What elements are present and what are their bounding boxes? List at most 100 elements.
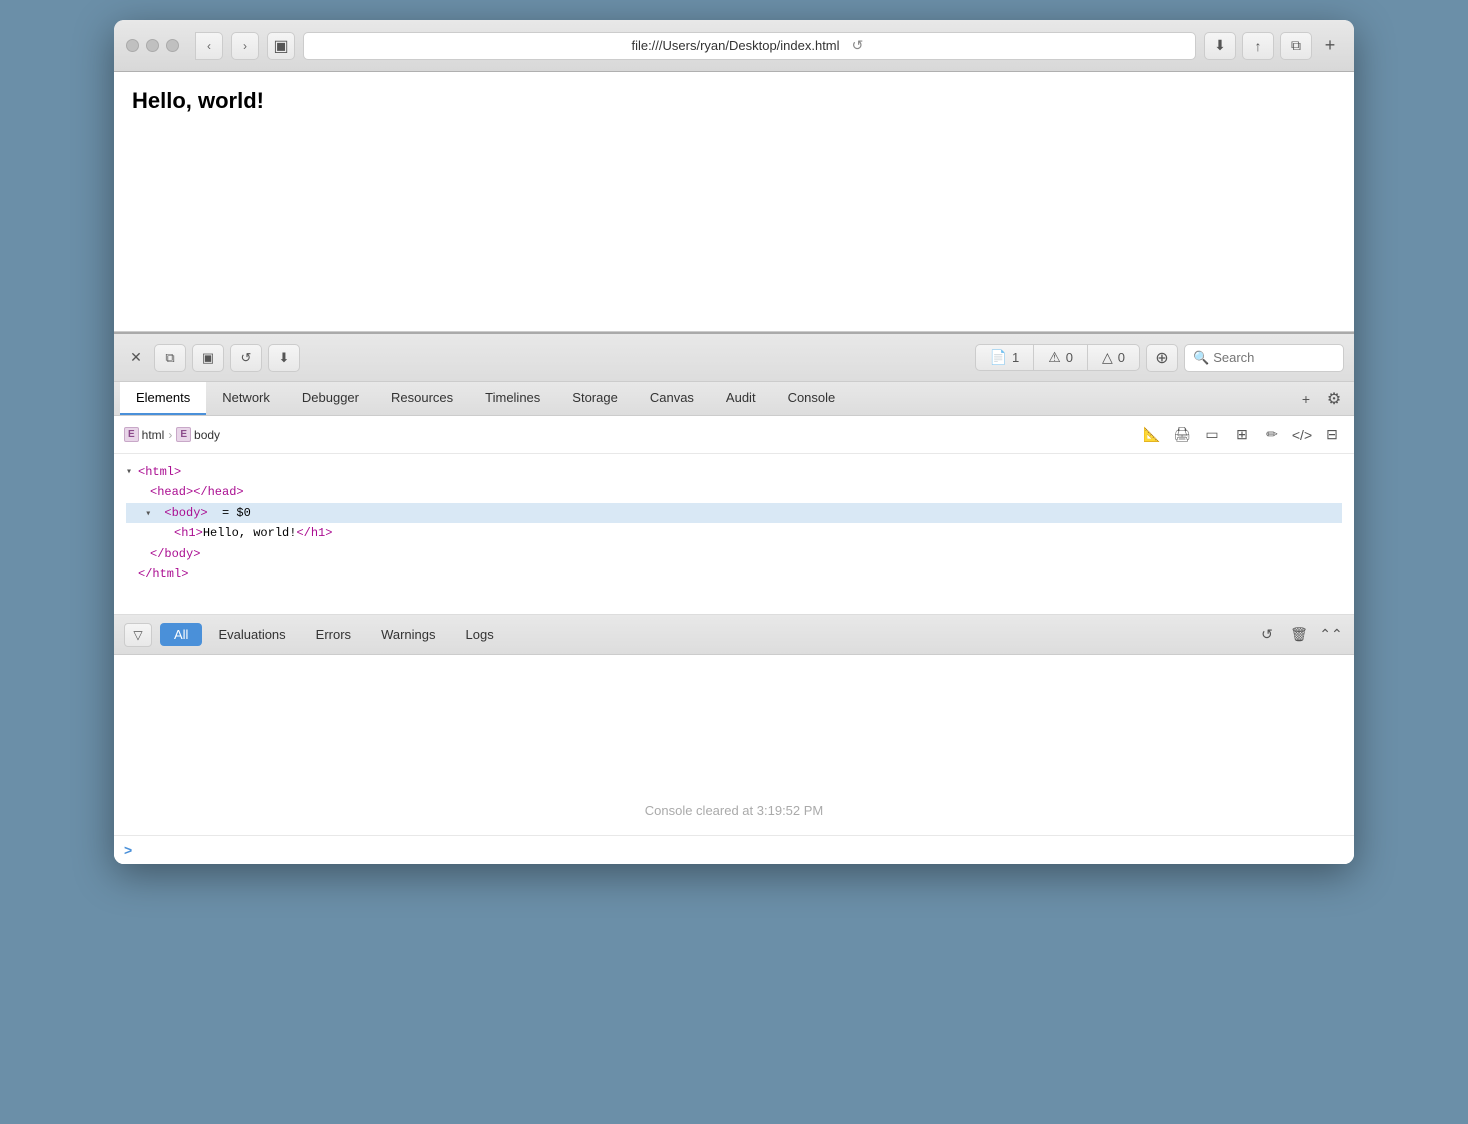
console-right-icons: ↺ 🗑 ⌃⌃ — [1254, 623, 1344, 647]
html-close-tag: </html> — [138, 564, 188, 584]
collapse-html-icon[interactable]: ▾ — [126, 464, 138, 481]
layout-icon: ▣ — [202, 350, 214, 366]
minimize-button[interactable] — [146, 39, 159, 52]
dom-line-html: ▾ <html> — [126, 462, 1342, 482]
close-button[interactable] — [126, 39, 139, 52]
add-tab-button[interactable]: + — [1318, 32, 1342, 60]
warnings-counter: △ 0 — [1088, 345, 1139, 370]
console-input[interactable] — [138, 843, 1344, 858]
dom-line-h1: <h1> Hello, world! </h1> — [126, 523, 1342, 543]
target-icon: ⊕ — [1155, 348, 1168, 368]
pages-count: 1 — [1012, 350, 1019, 365]
h1-close-tag: </h1> — [296, 523, 332, 543]
devtools-panel: ✕ ⧉ ▣ ↺ ⬇ 📄 1 ⚠ 0 — [114, 332, 1354, 864]
reload-icon: ↺ — [241, 350, 252, 366]
devtools-tabs: Elements Network Debugger Resources Time… — [114, 382, 1354, 416]
maximize-button[interactable] — [166, 39, 179, 52]
console-clear-icon-btn[interactable]: 🗑 — [1286, 623, 1312, 647]
back-button[interactable]: ‹ — [195, 32, 223, 60]
toggle-panel-icon-btn[interactable]: ▭ — [1200, 423, 1224, 447]
devtools-dock-button[interactable]: ⧉ — [154, 344, 186, 372]
pen-icon: ✏ — [1266, 426, 1278, 443]
tab-elements[interactable]: Elements — [120, 382, 206, 415]
devtools-close-button[interactable]: ✕ — [124, 346, 148, 370]
add-panel-button[interactable]: + — [1292, 385, 1320, 413]
devtools-download-button[interactable]: ⬇ — [268, 344, 300, 372]
devtools-reload-button[interactable]: ↺ — [230, 344, 262, 372]
console-prompt: > — [124, 842, 132, 858]
refresh-button[interactable]: ↺ — [848, 36, 868, 56]
devtools-layout-button[interactable]: ▣ — [192, 344, 224, 372]
gear-icon: ⚙ — [1327, 389, 1341, 409]
download-icon: ⬇ — [279, 350, 290, 366]
console-reload-icon-btn[interactable]: ↺ — [1254, 623, 1280, 647]
filter-tab-all[interactable]: All — [160, 623, 202, 646]
devtools-counters: 📄 1 ⚠ 0 △ 0 — [975, 344, 1140, 371]
add-panel-icon: + — [1302, 391, 1310, 407]
dom-line-html-close: </html> — [126, 564, 1342, 584]
tab-audit[interactable]: Audit — [710, 382, 772, 415]
search-icon: 🔍 — [1193, 350, 1209, 366]
search-input[interactable] — [1213, 350, 1333, 365]
tab-timelines[interactable]: Timelines — [469, 382, 556, 415]
ruler-icon-btn[interactable]: 📐 — [1140, 423, 1164, 447]
download-icon: ⬇ — [1214, 37, 1226, 54]
clear-icon: 🗑 — [1290, 626, 1308, 643]
console-filter-bar: ▽ All Evaluations Errors Warnings — [114, 615, 1354, 655]
settings-button[interactable]: ⚙ — [1320, 385, 1348, 413]
download-button[interactable]: ⬇ — [1204, 32, 1236, 60]
breadcrumb-bar: E html › E body 📐 🖨 ▭ — [114, 416, 1354, 454]
warning-icon: △ — [1102, 349, 1113, 366]
code-icon-btn[interactable]: </> — [1290, 423, 1314, 447]
filter-tab-evaluations[interactable]: Evaluations — [204, 623, 299, 646]
h1-content: Hello, world! — [203, 523, 297, 543]
add-tab-icon: + — [1325, 35, 1336, 56]
collapse-body-icon[interactable]: ▾ — [145, 506, 157, 523]
forward-button[interactable]: › — [231, 32, 259, 60]
tabs-spacer — [851, 382, 1292, 415]
tab-debugger[interactable]: Debugger — [286, 382, 375, 415]
filter-tab-logs[interactable]: Logs — [452, 623, 508, 646]
console-cleared-message: Console cleared at 3:19:52 PM — [122, 663, 1346, 818]
grid-icon: ⊞ — [1236, 426, 1248, 443]
devtools-toolbar: ✕ ⧉ ▣ ↺ ⬇ 📄 1 ⚠ 0 — [114, 334, 1354, 382]
browser-window: ‹ › ▣ file:///Users/ryan/Desktop/index.h… — [114, 20, 1354, 864]
pen-icon-btn[interactable]: ✏ — [1260, 423, 1284, 447]
element-badge-html: E — [124, 427, 139, 442]
tab-network[interactable]: Network — [206, 382, 286, 415]
head-tag: <head></head> — [150, 482, 244, 502]
console-toggle-button[interactable]: ▽ — [124, 623, 152, 647]
tab-console[interactable]: Console — [772, 382, 852, 415]
h1-open-tag: <h1> — [174, 523, 203, 543]
url-bar[interactable]: file:///Users/ryan/Desktop/index.html ↺ — [303, 32, 1196, 60]
url-text: file:///Users/ryan/Desktop/index.html — [631, 38, 839, 53]
box-model-icon: 🖨 — [1173, 426, 1191, 443]
element-badge-body: E — [176, 427, 191, 442]
traffic-lights — [126, 39, 179, 52]
errors-count: 0 — [1066, 350, 1073, 365]
collapse-icon: ⌃⌃ — [1319, 626, 1342, 643]
dom-line-body-close: </body> — [126, 544, 1342, 564]
tab-canvas[interactable]: Canvas — [634, 382, 710, 415]
close-icon: ✕ — [130, 349, 142, 366]
toolbar-right: ⬇ ↑ ⧉ + — [1204, 32, 1342, 60]
box-model-icon-btn[interactable]: 🖨 — [1170, 423, 1194, 447]
tab-storage[interactable]: Storage — [556, 382, 634, 415]
dom-line-body[interactable]: ▾ <body> = $0 — [126, 503, 1342, 523]
tab-resources[interactable]: Resources — [375, 382, 469, 415]
sidebar-button[interactable]: ▣ — [267, 32, 295, 60]
share-button[interactable]: ↑ — [1242, 32, 1274, 60]
search-box[interactable]: 🔍 — [1184, 344, 1344, 372]
tab-manager-button[interactable]: ⧉ — [1280, 32, 1312, 60]
body-label: body — [194, 428, 220, 442]
split-icon-btn[interactable]: ⊟ — [1320, 423, 1344, 447]
target-button[interactable]: ⊕ — [1146, 344, 1178, 372]
warnings-count: 0 — [1118, 350, 1125, 365]
filter-tab-warnings[interactable]: Warnings — [367, 623, 449, 646]
error-icon: ⚠ — [1048, 349, 1061, 366]
console-collapse-icon-btn[interactable]: ⌃⌃ — [1318, 623, 1344, 647]
breadcrumb-html[interactable]: E html — [124, 427, 164, 442]
grid-icon-btn[interactable]: ⊞ — [1230, 423, 1254, 447]
breadcrumb-body[interactable]: E body — [176, 427, 220, 442]
filter-tab-errors[interactable]: Errors — [302, 623, 365, 646]
